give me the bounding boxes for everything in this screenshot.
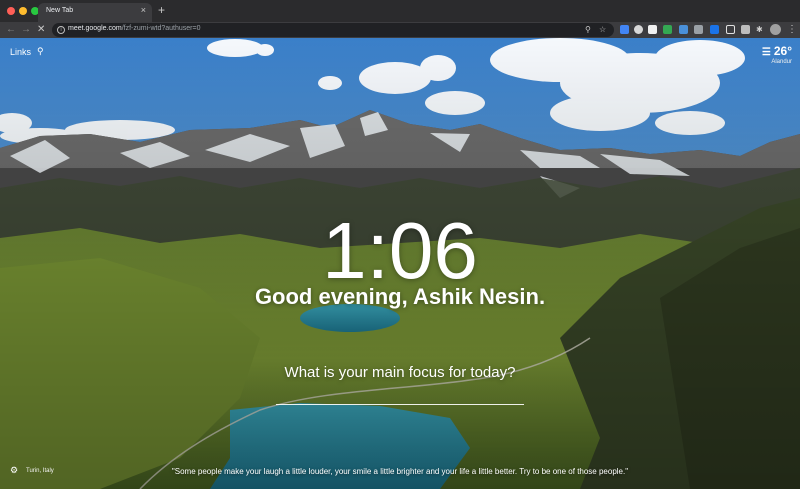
search-icon[interactable]: ⚲ [37,46,44,57]
extension-icon-6[interactable] [694,25,703,34]
profile-avatar[interactable] [770,24,781,35]
focus-input[interactable] [276,404,524,405]
address-bar-url[interactable]: meet.google.com/fzf-zumi-wtd?authuser=0 [68,25,201,32]
links-button[interactable]: Links [10,47,31,57]
bookmark-star-icon[interactable]: ☆ [599,24,606,36]
extension-icon-7[interactable] [710,25,719,34]
extension-icon-5[interactable] [679,25,688,34]
minimize-window-button[interactable] [19,7,27,15]
browser-titlebar: New Tab × + [0,0,800,22]
greeting-text: Good evening, Ashik Nesin. [254,284,546,309]
extension-icon-2[interactable] [634,25,643,34]
clock-time: 1:06 [322,206,478,295]
focus-prompt: What is your main focus for today? [284,364,516,381]
address-bar[interactable]: i meet.google.com/fzf-zumi-wtd?authuser=… [52,23,614,37]
puzzle-icon[interactable]: ✱ [756,24,763,36]
weather-condition-icon: ☰ [761,47,771,58]
weather-location: Alandur [771,59,792,65]
extension-icon-3[interactable] [648,25,657,34]
extension-icon-8[interactable] [726,25,735,34]
location-pin-icon[interactable]: ⚲ [585,24,591,36]
weather-temperature: 26° [773,44,792,58]
tab-title: New Tab [46,7,74,14]
extension-icon-1[interactable] [620,25,629,34]
weather-row: ☰ 26° [762,44,792,58]
url-path: /fzf-zumi-wtd?authuser=0 [121,25,201,32]
stop-loading-button[interactable]: ✕ [37,23,45,37]
back-button[interactable]: ← [6,23,16,37]
site-info-icon[interactable]: i [57,26,65,34]
new-tab-page: Links ⚲ ☰ 26° Alandur 1:06 Good evening, … [0,38,800,489]
url-host: meet.google.com [68,25,122,32]
close-window-button[interactable] [7,7,15,15]
browser-toolbar: ← → ✕ i meet.google.com/fzf-zumi-wtd?aut… [0,22,800,38]
daily-quote: "Some people make your laugh a little lo… [171,467,629,476]
new-tab-button[interactable]: + [158,4,165,16]
browser-tab-new-tab[interactable]: New Tab × [38,3,152,22]
extension-icon-4[interactable] [663,25,672,34]
tab-close-icon[interactable]: × [141,6,146,15]
browser-menu-icon[interactable]: ⋮ [787,23,797,37]
forward-button[interactable]: → [21,23,31,37]
extension-icon-9[interactable] [741,25,750,34]
weather-widget[interactable]: ☰ 26° Alandur [762,44,792,65]
